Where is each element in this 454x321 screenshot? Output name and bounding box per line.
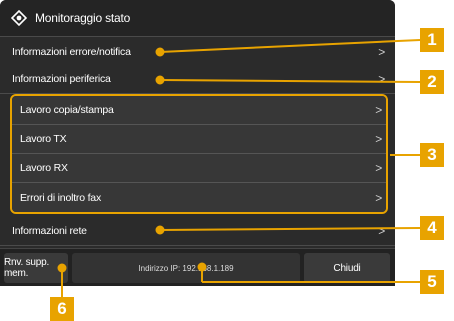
callout-4: 4: [420, 216, 444, 240]
callout-leader-lines: [57, 39, 421, 298]
callout-5: 5: [420, 270, 444, 294]
callout-6: 6: [50, 297, 74, 321]
callout-3: 3: [420, 143, 444, 167]
callout-2: 2: [420, 70, 444, 94]
callout-1: 1: [420, 28, 444, 52]
